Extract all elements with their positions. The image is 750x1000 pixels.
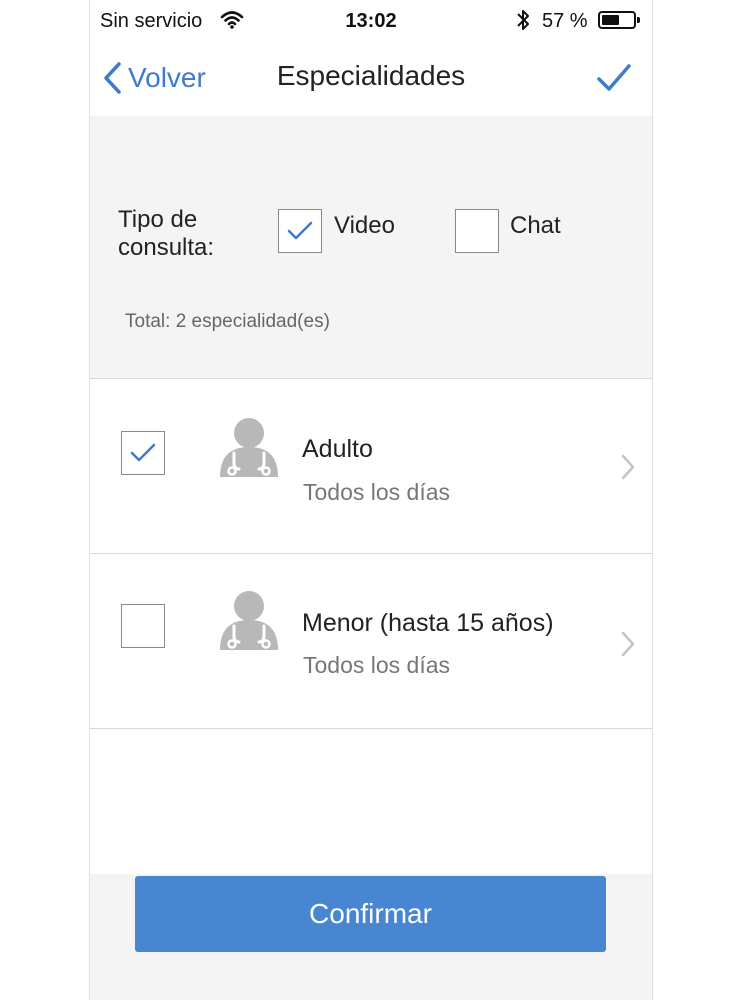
specialty-subtitle: Todos los días (303, 652, 451, 678)
app-screen: Sin servicio 13:02 57 % Volver Especiali… (90, 0, 652, 1000)
page-title: Especialidades (276, 60, 466, 91)
checkmark-icon (287, 221, 313, 240)
chat-option-label: Chat (510, 212, 561, 239)
chat-checkbox[interactable] (455, 209, 499, 253)
checkmark-icon (130, 443, 156, 462)
footer: Confirmar (90, 874, 652, 1000)
doctor-avatar-icon (220, 418, 278, 477)
battery-fill (602, 15, 619, 25)
consult-type-label: Tipo de consulta: (118, 206, 215, 261)
specialty-checkbox-adulto[interactable] (121, 431, 165, 475)
chevron-right-icon (621, 454, 635, 480)
bluetooth-icon (516, 8, 530, 38)
video-option-label: Video (334, 212, 395, 239)
battery-nub (637, 17, 640, 23)
specialty-item-menor[interactable]: Menor (hasta 15 años) Todos los días (90, 554, 652, 729)
specialty-title: Adulto (302, 435, 373, 463)
specialty-title: Menor (hasta 15 años) (302, 609, 554, 637)
doctor-avatar-icon (220, 591, 278, 650)
chevron-right-icon (621, 631, 635, 657)
video-checkbox[interactable] (278, 209, 322, 253)
specialty-checkbox-menor[interactable] (121, 604, 165, 648)
total-count: Total: 2 especialidad(es) (125, 311, 330, 332)
confirm-button[interactable]: Confirmar (135, 876, 606, 952)
done-button[interactable] (594, 58, 634, 98)
consult-type-filter: Tipo de consulta: Video Chat Total: 2 es… (90, 116, 652, 379)
specialty-item-adulto[interactable]: Adulto Todos los días (90, 379, 652, 554)
checkmark-icon (597, 64, 631, 91)
battery-icon (598, 11, 640, 29)
battery-percent: 57 % (542, 10, 588, 32)
specialty-subtitle: Todos los días (303, 479, 451, 505)
navigation-bar: Volver Especialidades (90, 40, 652, 116)
status-bar: Sin servicio 13:02 57 % (90, 0, 652, 40)
